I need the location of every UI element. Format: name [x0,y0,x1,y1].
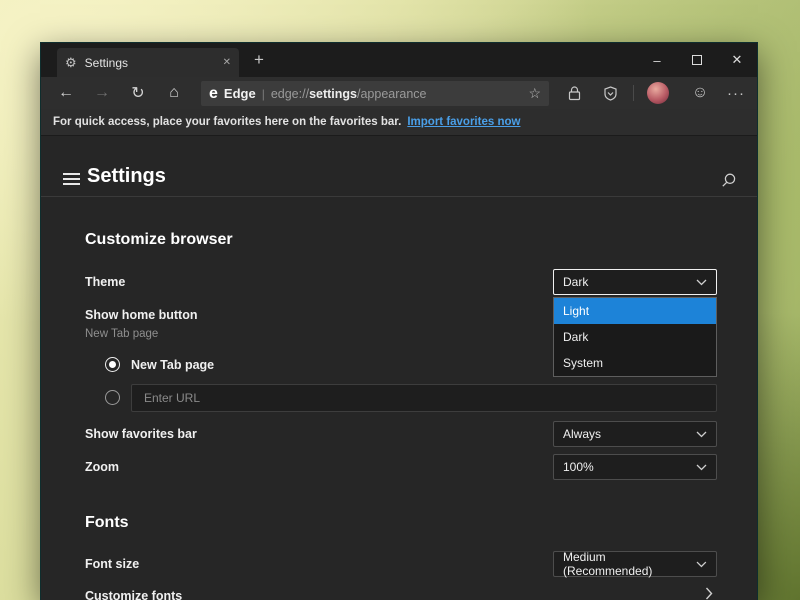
radio-new-tab-label: New Tab page [131,358,214,372]
new-tab-button[interactable]: + [249,50,269,70]
zoom-select[interactable]: 100% [553,454,717,480]
forward-button[interactable]: → [84,77,120,109]
section-heading-fonts: Fonts [85,514,129,532]
radio-custom-url[interactable] [105,390,120,405]
section-heading-customize: Customize browser [85,231,233,249]
desktop-background: ⚙ Settings ✕ + – ✕ ← → ↻ ⌂ e Edge | edge… [0,0,800,600]
chevron-right-icon [705,587,713,600]
chevron-down-icon [696,279,707,286]
tab-title: Settings [85,56,215,70]
theme-option-system[interactable]: System [554,350,716,376]
notice-text: For quick access, place your favorites h… [53,116,401,128]
url-text[interactable]: edge://settings/appearance [271,87,427,101]
radio-new-tab-page[interactable]: New Tab page [105,357,214,372]
favorites-notice-bar: For quick access, place your favorites h… [41,109,757,136]
show-favorites-bar-label: Show favorites bar [85,427,197,441]
theme-option-light[interactable]: Light [554,298,716,324]
maximize-button[interactable] [677,43,717,77]
theme-select[interactable]: Dark [553,269,717,295]
profile-avatar[interactable] [647,82,669,104]
chevron-down-icon [696,464,707,471]
customize-fonts-link[interactable]: Customize fonts [85,589,182,600]
gear-icon: ⚙ [65,56,77,69]
url-path: /appearance [357,87,427,101]
favorites-bar-select-value: Always [563,427,601,441]
show-home-button-label: Show home button [85,308,197,322]
close-button[interactable]: ✕ [717,43,757,77]
url-scheme: edge:// [271,87,309,101]
minimize-button[interactable]: – [637,43,677,77]
navigation-toolbar: ← → ↻ ⌂ e Edge | edge://settings/appeara… [41,77,757,109]
title-bar: ⚙ Settings ✕ + – ✕ [41,43,757,77]
theme-select-value: Dark [563,275,588,289]
radio-checked-icon[interactable] [105,357,120,372]
settings-header: Settings [41,136,757,197]
theme-label: Theme [85,275,125,289]
font-size-select-value: Medium (Recommended) [563,550,696,578]
font-size-select[interactable]: Medium (Recommended) [553,551,717,577]
back-button[interactable]: ← [48,77,84,109]
hamburger-menu-icon[interactable] [63,173,80,185]
address-bar[interactable]: e Edge | edge://settings/appearance ☆ [201,81,549,106]
browser-tab-settings[interactable]: ⚙ Settings ✕ [57,48,239,77]
home-button[interactable]: ⌂ [156,77,192,109]
chevron-down-icon [696,431,707,438]
window-controls: – ✕ [637,43,757,77]
favorite-star-icon[interactable]: ☆ [528,85,541,102]
refresh-button[interactable]: ↻ [120,77,156,109]
font-size-label: Font size [85,557,139,571]
tab-close-icon[interactable]: ✕ [223,57,231,68]
zoom-label: Zoom [85,460,119,474]
theme-option-dark[interactable]: Dark [554,324,716,350]
shield-extension-icon[interactable] [601,77,619,109]
lock-extension-icon[interactable] [565,77,583,109]
theme-dropdown-list: Light Dark System [553,297,717,377]
page-title: Settings [87,165,166,188]
chevron-down-icon [696,561,707,568]
browser-window: ⚙ Settings ✕ + – ✕ ← → ↻ ⌂ e Edge | edge… [40,42,758,600]
favorites-bar-select[interactable]: Always [553,421,717,447]
import-favorites-link[interactable]: Import favorites now [407,116,520,128]
address-separator: | [262,87,265,101]
home-url-input[interactable] [131,384,717,412]
maximize-icon [692,55,702,65]
zoom-select-value: 100% [563,460,594,474]
url-host: settings [309,87,357,101]
feedback-smiley-icon[interactable]: ☺ [691,77,709,109]
show-home-button-sublabel: New Tab page [85,328,158,340]
edge-logo-icon: e [209,86,218,102]
brand-label: Edge [224,86,256,101]
more-menu-icon[interactable]: ··· [725,77,747,109]
search-icon[interactable] [721,172,737,188]
toolbar-divider [633,85,634,101]
radio-unchecked-icon[interactable] [105,390,120,405]
settings-page: Settings Customize browser Theme Dark Li… [41,136,757,600]
